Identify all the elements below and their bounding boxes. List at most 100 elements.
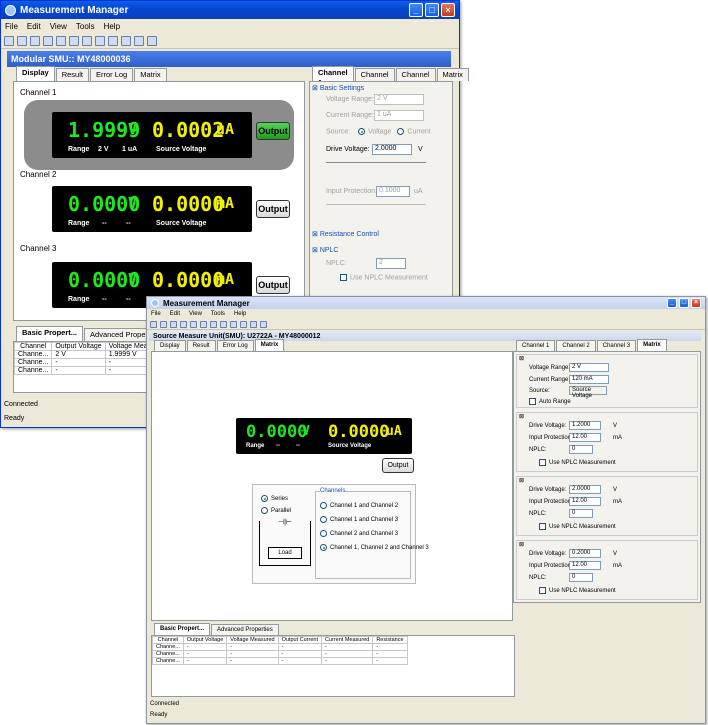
nplc-input[interactable]: 2 [376, 258, 406, 269]
save-icon[interactable] [170, 320, 177, 328]
input-protection-slider[interactable] [326, 204, 426, 205]
open-icon[interactable] [160, 320, 167, 328]
menu-help[interactable]: Help [104, 22, 120, 31]
tab-channel-1[interactable]: Channel 1 [516, 340, 556, 351]
minimize-icon[interactable]: _ [409, 3, 423, 17]
tab-channel-1[interactable]: Channel 1 [312, 66, 354, 87]
help-icon[interactable] [260, 320, 267, 328]
nplc-input[interactable]: 0 [569, 445, 593, 454]
tab-advanced-properties[interactable]: Advanced Properties [211, 624, 279, 635]
menu-edit[interactable]: Edit [27, 22, 41, 31]
preview-icon[interactable] [43, 35, 53, 46]
cut-icon[interactable] [95, 35, 105, 46]
menu-help[interactable]: Help [234, 311, 246, 317]
menu-file[interactable]: File [5, 22, 18, 31]
paste-icon[interactable] [121, 35, 131, 46]
channel-radio[interactable] [320, 516, 327, 523]
tab-matrix[interactable]: Matrix [134, 68, 167, 81]
menu-edit[interactable]: Edit [170, 311, 180, 317]
maximize-icon[interactable]: □ [679, 298, 689, 308]
copy-icon[interactable] [230, 320, 237, 328]
save-icon[interactable] [30, 35, 40, 46]
help-icon[interactable] [147, 35, 157, 46]
preview-icon[interactable] [180, 320, 187, 328]
ch3-output-button[interactable]: Output [256, 276, 290, 294]
table-row[interactable]: Channe... - - - - - [152, 657, 408, 665]
collapse-icon[interactable]: ⊠ [312, 247, 320, 254]
ch2-output-button[interactable]: Output [256, 200, 290, 218]
tab-channel-3[interactable]: Channel 3 [596, 340, 637, 351]
drive-voltage-input[interactable]: 0.2000 [569, 549, 601, 558]
source-voltage-radio[interactable] [358, 128, 366, 135]
paste-icon[interactable] [240, 320, 247, 328]
auto-range-checkbox[interactable] [529, 398, 536, 405]
table-row[interactable]: Channe... - - - - - [152, 650, 408, 658]
collapse-icon[interactable]: ⊠ [519, 413, 524, 420]
channel-option[interactable]: Channel 1 and Channel 2 [320, 502, 398, 509]
tab-display[interactable]: Display [16, 66, 55, 81]
redo-icon[interactable] [210, 320, 217, 328]
voltage-range-select[interactable]: 2 V [569, 363, 609, 372]
channel-radio[interactable] [320, 502, 327, 509]
print-icon[interactable] [56, 35, 66, 46]
collapse-icon[interactable]: ⊠ [312, 85, 320, 92]
channel-option[interactable]: Channel 1 and Channel 3 [320, 516, 398, 523]
tab-basic-properties[interactable]: Basic Propert... [16, 326, 84, 341]
resistance-control-header[interactable]: ⊠ Resistance Control [312, 230, 379, 238]
tab-matrix[interactable]: Matrix [637, 339, 667, 351]
series-option[interactable]: Series [261, 495, 288, 502]
window-icon[interactable] [250, 320, 257, 328]
refresh-icon[interactable] [4, 35, 14, 46]
use-nplc-checkbox[interactable] [539, 587, 546, 594]
source-current-radio[interactable] [397, 128, 405, 135]
drive-voltage-input[interactable]: 2.0000 [372, 144, 412, 155]
tab-error-log[interactable]: Error Log [216, 340, 254, 351]
use-nplc-checkbox[interactable] [539, 459, 546, 466]
drive-voltage-input[interactable]: 1.2000 [569, 421, 601, 430]
front-output-button[interactable]: Output [382, 458, 414, 473]
input-protection-input[interactable]: 12.00 [569, 497, 601, 506]
open-icon[interactable] [17, 35, 27, 46]
parallel-option[interactable]: Parallel [261, 507, 291, 514]
tab-error-log[interactable]: Error Log [89, 68, 134, 81]
voltage-range-select[interactable]: 2 V [374, 94, 424, 105]
channel-option[interactable]: Channel 1, Channel 2 and Channel 3 [320, 544, 429, 551]
tab-basic-properties[interactable]: Basic Propert... [154, 623, 211, 635]
tab-matrix[interactable]: Matrix [436, 68, 469, 81]
table-row[interactable]: Channe... - - - - - [152, 643, 408, 651]
current-range-select[interactable]: 1 uA [374, 110, 424, 121]
table-row[interactable]: Channe... - - [13, 358, 162, 367]
undo-icon[interactable] [69, 35, 79, 46]
close-icon[interactable]: × [691, 298, 701, 308]
print-icon[interactable] [190, 320, 197, 328]
menu-view[interactable]: View [189, 311, 202, 317]
cut-icon[interactable] [220, 320, 227, 328]
use-nplc-checkbox[interactable] [539, 523, 546, 530]
table-row[interactable]: Channe... 2 V 1.9999 V [13, 350, 162, 359]
menu-tools[interactable]: Tools [211, 311, 225, 317]
series-radio[interactable] [261, 495, 268, 502]
ch1-output-button[interactable]: Output [256, 122, 290, 140]
channel-radio[interactable] [320, 530, 327, 537]
drive-voltage-input[interactable]: 2.0000 [569, 485, 601, 494]
minimize-icon[interactable]: _ [667, 298, 677, 308]
input-protection-input[interactable]: 12.00 [569, 433, 601, 442]
collapse-icon[interactable]: ⊠ [519, 477, 524, 484]
menu-file[interactable]: File [151, 311, 161, 317]
input-protection-input[interactable]: 0.1000 [376, 186, 410, 197]
close-icon[interactable]: × [441, 3, 455, 17]
maximize-icon[interactable]: □ [425, 3, 439, 17]
tab-channel-3[interactable]: Channel 3 [395, 68, 436, 89]
tab-channel-2[interactable]: Channel 2 [354, 68, 395, 89]
nplc-input[interactable]: 0 [569, 509, 593, 518]
window-icon[interactable] [134, 35, 144, 46]
tab-result[interactable]: Result [186, 340, 216, 351]
use-nplc-checkbox[interactable] [340, 274, 347, 281]
redo-icon[interactable] [82, 35, 92, 46]
tab-matrix[interactable]: Matrix [254, 339, 285, 351]
channel-radio[interactable] [320, 544, 327, 551]
tab-display[interactable]: Display [154, 340, 186, 351]
channel-option[interactable]: Channel 2 and Channel 3 [320, 530, 398, 537]
undo-icon[interactable] [200, 320, 207, 328]
tab-result[interactable]: Result [55, 68, 89, 81]
